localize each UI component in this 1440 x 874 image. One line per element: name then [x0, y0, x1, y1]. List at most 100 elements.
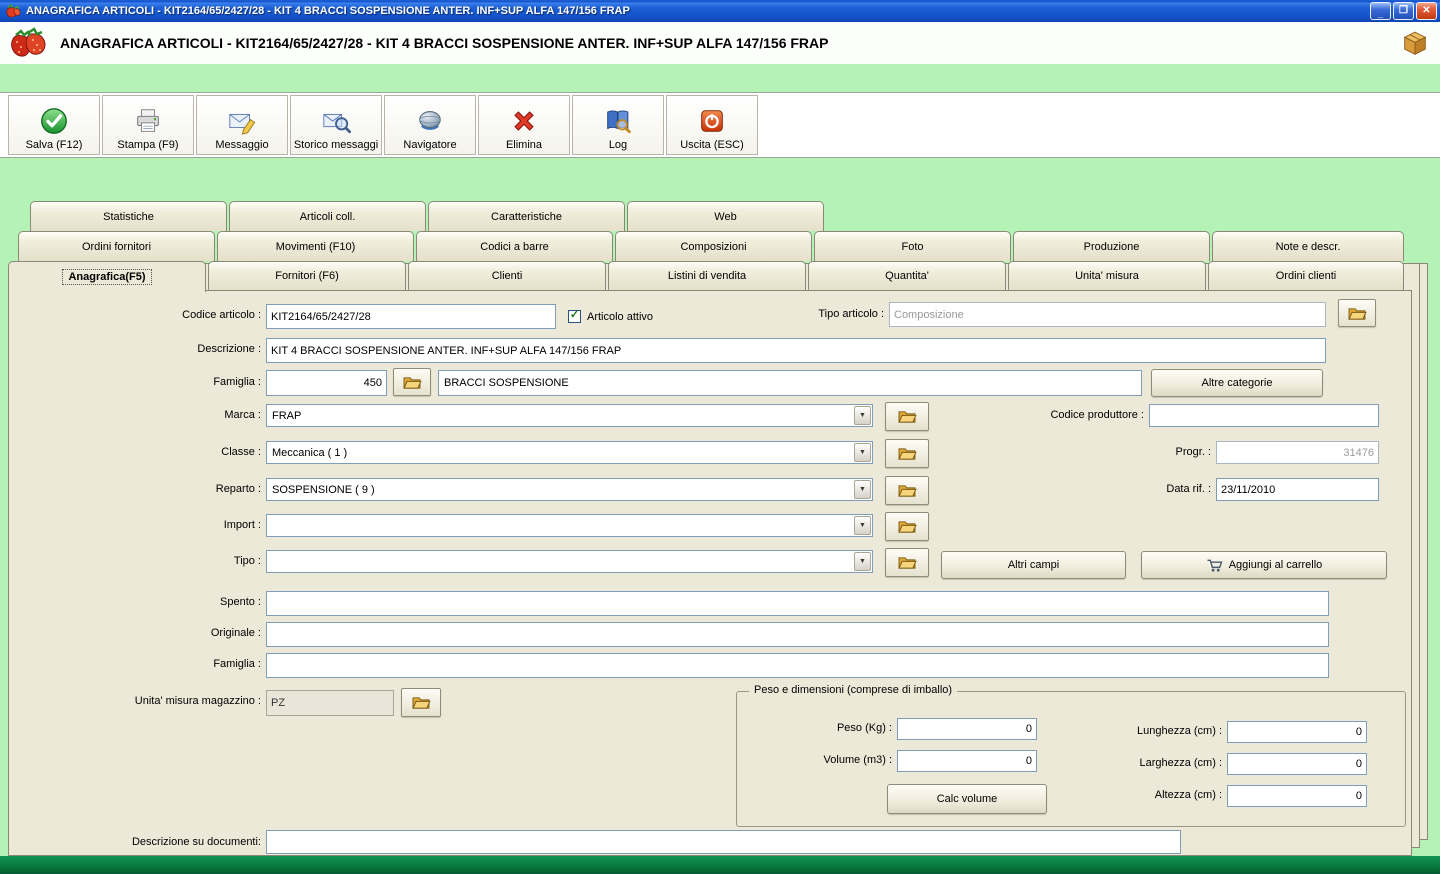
originale-input[interactable] [266, 622, 1329, 647]
articolo-attivo-label: Articolo attivo [587, 311, 654, 323]
exit-button[interactable]: Uscita (ESC) [666, 95, 758, 155]
altri-campi-button[interactable]: Altri campi [941, 551, 1126, 579]
tab-web[interactable]: Web [627, 201, 824, 231]
log-button[interactable]: Log [572, 95, 664, 155]
titlebar: ANAGRAFICA ARTICOLI - KIT2164/65/2427/28… [0, 0, 1440, 22]
message-history-icon [323, 113, 351, 134]
package-icon[interactable] [1400, 27, 1430, 57]
tab-foto[interactable]: Foto [814, 231, 1011, 261]
codice-articolo-input[interactable] [266, 304, 556, 329]
spento-input[interactable] [266, 591, 1329, 616]
tab-ordini-clienti[interactable]: Ordini clienti [1208, 261, 1404, 290]
volume-label: Volume (m3) : [823, 754, 892, 766]
delete-x-icon [514, 111, 534, 131]
tipo-dropdown-button[interactable]: ▼ [854, 552, 871, 571]
tab-unita-misura[interactable]: Unita' misura [1008, 261, 1206, 290]
folder-icon [898, 448, 917, 460]
close-button[interactable]: ✕ [1416, 2, 1437, 20]
window-title: ANAGRAFICA ARTICOLI - KIT2164/65/2427/28… [26, 5, 630, 17]
marca-label: Marca : [224, 409, 261, 421]
famiglia-code-input[interactable] [266, 370, 387, 396]
classe-label: Classe : [221, 446, 261, 458]
close-icon: ✕ [1422, 5, 1431, 16]
tab-ordini-fornitori[interactable]: Ordini fornitori [18, 231, 215, 261]
volume-input[interactable] [897, 750, 1037, 772]
reparto-dropdown-button[interactable]: ▼ [854, 480, 871, 499]
tab-caratteristiche[interactable]: Caratteristiche [428, 201, 625, 231]
delete-button[interactable]: Elimina [478, 95, 570, 155]
tipo-folder-button[interactable] [885, 548, 929, 577]
chevron-down-icon: ▼ [859, 486, 866, 493]
classe-value: Meccanica ( 1 ) [272, 446, 348, 459]
header-bar: ANAGRAFICA ARTICOLI - KIT2164/65/2427/28… [0, 22, 1440, 64]
tab-fornitori[interactable]: Fornitori (F6) [208, 261, 406, 290]
page-title: ANAGRAFICA ARTICOLI - KIT2164/65/2427/28… [60, 35, 829, 51]
larghezza-input[interactable] [1227, 753, 1367, 775]
altre-categorie-button[interactable]: Altre categorie [1151, 369, 1323, 397]
navigator-button[interactable]: Navigatore [384, 95, 476, 155]
tab-composizioni[interactable]: Composizioni [615, 231, 812, 261]
chevron-down-icon: ▼ [859, 558, 866, 565]
tipo-articolo-folder-button[interactable] [1338, 299, 1376, 327]
restore-button[interactable]: ❐ [1393, 2, 1414, 20]
tab-note-e-descr[interactable]: Note e descr. [1212, 231, 1404, 261]
app-icon [6, 3, 21, 18]
message-history-button[interactable]: Storico messaggi [290, 95, 382, 155]
data-rif-input[interactable] [1216, 478, 1379, 501]
famiglia-folder-button[interactable] [393, 368, 431, 396]
chevron-down-icon: ▼ [859, 449, 866, 456]
status-bar [0, 856, 1440, 874]
tab-listini-di-vendita[interactable]: Listini di vendita [608, 261, 806, 290]
folder-icon [898, 411, 917, 423]
reparto-label: Reparto : [215, 483, 261, 495]
tab-anagrafica[interactable]: Anagrafica(F5) [8, 261, 206, 292]
reparto-combobox[interactable]: SOSPENSIONE ( 9 ) ▼ [266, 478, 873, 501]
anagrafica-tab-panel: Codice articolo : ✓ Articolo attivo Tipo… [8, 290, 1412, 856]
calc-volume-button[interactable]: Calc volume [887, 784, 1047, 814]
tab-produzione[interactable]: Produzione [1013, 231, 1210, 261]
altezza-input[interactable] [1227, 785, 1367, 807]
articolo-attivo-checkbox[interactable]: ✓ [568, 310, 581, 323]
message-button[interactable]: Messaggio [196, 95, 288, 155]
codice-articolo-label: Codice articolo : [182, 309, 261, 321]
marca-combobox[interactable]: FRAP ▼ [266, 404, 873, 427]
folder-icon [1348, 307, 1367, 320]
tab-movimenti[interactable]: Movimenti (F10) [217, 231, 414, 261]
famiglia-label: Famiglia : [213, 376, 261, 388]
tab-label: Web [714, 210, 737, 223]
tipo-articolo-label: Tipo articolo : [818, 308, 884, 320]
tab-label: Fornitori (F6) [275, 270, 339, 282]
save-button[interactable]: Salva (F12) [8, 95, 100, 155]
lunghezza-input[interactable] [1227, 721, 1367, 743]
tab-quantita[interactable]: Quantita' [808, 261, 1006, 290]
tab-clienti[interactable]: Clienti [408, 261, 606, 290]
data-rif-label: Data rif. : [1166, 483, 1211, 495]
aggiungi-al-carrello-button[interactable]: Aggiungi al carrello [1141, 551, 1387, 579]
minimize-icon: _ [1377, 8, 1384, 19]
tab-codici-a-barre[interactable]: Codici a barre [416, 231, 613, 261]
descrizione-label: Descrizione : [197, 343, 261, 355]
tab-articoli-coll[interactable]: Articoli coll. [229, 201, 426, 231]
classe-dropdown-button[interactable]: ▼ [854, 443, 871, 462]
marca-folder-button[interactable] [885, 402, 929, 431]
import-combobox[interactable]: ▼ [266, 514, 873, 537]
classe-combobox[interactable]: Meccanica ( 1 ) ▼ [266, 441, 873, 464]
print-button[interactable]: Stampa (F9) [102, 95, 194, 155]
tipo-combobox[interactable]: ▼ [266, 550, 873, 573]
import-folder-button[interactable] [885, 512, 929, 541]
classe-folder-button[interactable] [885, 439, 929, 468]
marca-dropdown-button[interactable]: ▼ [854, 406, 871, 425]
minimize-button[interactable]: _ [1370, 2, 1391, 20]
tab-statistiche[interactable]: Statistiche [30, 201, 227, 231]
famiglia-2-input[interactable] [266, 653, 1329, 678]
peso-input[interactable] [897, 718, 1037, 740]
descrizione-input[interactable] [266, 338, 1326, 363]
descrizione-documenti-label: Descrizione su documenti: [131, 836, 261, 848]
codice-produttore-input[interactable] [1149, 404, 1379, 427]
tab-label: Quantita' [885, 270, 929, 282]
tab-label: Clienti [491, 270, 523, 282]
descrizione-documenti-input[interactable] [266, 830, 1181, 854]
unita-misura-folder-button[interactable] [401, 688, 441, 717]
import-dropdown-button[interactable]: ▼ [854, 516, 871, 535]
reparto-folder-button[interactable] [885, 476, 929, 505]
